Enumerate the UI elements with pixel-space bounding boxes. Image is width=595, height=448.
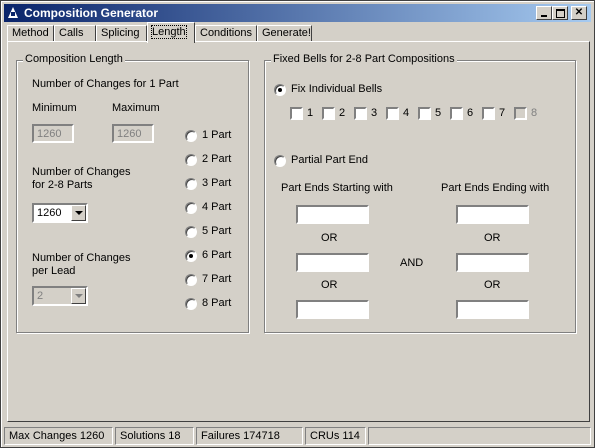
close-button[interactable]: ✕ — [571, 6, 587, 20]
chevron-down-icon[interactable] — [71, 205, 86, 221]
ending-with-input-1[interactable] — [456, 205, 529, 224]
fixed-bells-group: Fixed Bells for 2-8 Part Compositions Fi… — [264, 53, 576, 333]
part-ends-starting-label: Part Ends Starting with — [281, 182, 393, 194]
bell-5-checkbox[interactable] — [418, 107, 431, 120]
status-crus: CRUs 114 — [305, 427, 366, 445]
changes-2-8-label-line1: Number of Changes — [32, 166, 131, 178]
tab-length[interactable]: Length — [147, 22, 195, 43]
tab-generate-label: Generate! — [262, 27, 311, 39]
or-label-end-1: OR — [484, 232, 501, 244]
status-bar: Max Changes 1260 Solutions 18 Failures 1… — [4, 427, 591, 445]
chevron-down-icon — [71, 288, 86, 304]
composition-length-title: Composition Length — [23, 53, 125, 65]
changes-1-part-label: Number of Changes for 1 Part — [32, 78, 179, 90]
or-label-end-2: OR — [484, 279, 501, 291]
tab-calls-label: Calls — [59, 27, 84, 39]
window-title: Composition Generator — [24, 6, 159, 20]
tab-calls[interactable]: Calls — [54, 25, 96, 42]
changes-per-lead-value: 2 — [37, 290, 44, 302]
bell-3-checkbox[interactable] — [354, 107, 367, 120]
starting-with-input-3[interactable] — [296, 300, 369, 319]
and-label: AND — [400, 257, 424, 269]
ending-with-input-2[interactable] — [456, 253, 529, 272]
bell-5-label[interactable]: 5 — [435, 107, 441, 119]
status-solutions: Solutions 18 — [115, 427, 194, 445]
changes-2-8-dropdown[interactable]: 1260 — [32, 203, 88, 223]
changes-per-lead-label-line1: Number of Changes — [32, 252, 131, 264]
bell-6-checkbox[interactable] — [450, 107, 463, 120]
bell-2-checkbox[interactable] — [322, 107, 335, 120]
part-8-label[interactable]: 8 Part — [202, 297, 231, 309]
changes-per-lead-dropdown: 2 — [32, 286, 88, 306]
part-5-radio[interactable] — [185, 226, 197, 238]
bell-4-checkbox[interactable] — [386, 107, 399, 120]
part-2-radio[interactable] — [185, 154, 197, 166]
ending-with-input-3[interactable] — [456, 300, 529, 319]
maximize-icon — [556, 9, 565, 18]
close-icon: ✕ — [574, 7, 584, 18]
status-empty — [368, 427, 591, 445]
fix-individual-bells-radio[interactable] — [274, 84, 286, 96]
part-6-radio[interactable] — [185, 250, 197, 262]
maximum-changes-input — [112, 124, 154, 143]
composition-generator-window: Composition Generator ✕ Method Calls Spl… — [0, 0, 595, 448]
part-4-label[interactable]: 4 Part — [202, 201, 231, 213]
part-4-radio[interactable] — [185, 202, 197, 214]
bell-8-label: 8 — [531, 107, 538, 119]
bell-2-label[interactable]: 2 — [339, 107, 345, 119]
minimum-label: Minimum — [32, 102, 77, 114]
status-failures: Failures 174718 — [196, 427, 303, 445]
bell-6-label[interactable]: 6 — [467, 107, 473, 119]
tab-method-label: Method — [12, 27, 49, 39]
part-ends-ending-label: Part Ends Ending with — [441, 182, 550, 194]
or-label-start-1: OR — [321, 232, 338, 244]
part-8-radio[interactable] — [185, 298, 197, 310]
tab-conditions-label: Conditions — [200, 27, 252, 39]
minimize-icon — [541, 15, 547, 17]
title-bar[interactable]: Composition Generator ✕ — [4, 4, 591, 22]
tab-splicing-label: Splicing — [101, 27, 140, 39]
bell-7-label[interactable]: 7 — [499, 107, 505, 119]
composition-length-group: Composition Length Number of Changes for… — [16, 53, 249, 333]
minimize-button[interactable] — [536, 6, 552, 20]
part-3-radio[interactable] — [185, 178, 197, 190]
part-1-label[interactable]: 1 Part — [202, 129, 231, 141]
minimum-changes-input — [32, 124, 74, 143]
starting-with-input-1[interactable] — [296, 205, 369, 224]
bell-1-checkbox[interactable] — [290, 107, 303, 120]
tab-method[interactable]: Method — [7, 25, 54, 42]
partial-part-end-label[interactable]: Partial Part End — [291, 154, 368, 166]
tab-splicing[interactable]: Splicing — [96, 25, 147, 42]
part-1-radio[interactable] — [185, 130, 197, 142]
starting-with-input-2[interactable] — [296, 253, 369, 272]
part-6-label[interactable]: 6 Part — [202, 249, 231, 261]
fixed-bells-title: Fixed Bells for 2-8 Part Compositions — [271, 53, 457, 65]
part-7-label[interactable]: 7 Part — [202, 273, 231, 285]
bell-app-icon — [8, 7, 18, 18]
tab-length-label: Length — [151, 25, 187, 39]
changes-per-lead-label-line2: per Lead — [32, 265, 76, 277]
length-tab-panel: Composition Length Number of Changes for… — [7, 41, 590, 422]
tab-generate[interactable]: Generate! — [257, 25, 312, 42]
fix-individual-bells-label[interactable]: Fix Individual Bells — [291, 83, 382, 95]
bell-7-checkbox[interactable] — [482, 107, 495, 120]
part-7-radio[interactable] — [185, 274, 197, 286]
bell-3-label[interactable]: 3 — [371, 107, 377, 119]
part-3-label[interactable]: 3 Part — [202, 177, 231, 189]
partial-part-end-radio[interactable] — [274, 155, 286, 167]
part-5-label[interactable]: 5 Part — [202, 225, 231, 237]
changes-2-8-value: 1260 — [37, 207, 62, 219]
bell-1-label[interactable]: 1 — [307, 107, 313, 119]
part-2-label[interactable]: 2 Part — [202, 153, 231, 165]
maximize-button[interactable] — [552, 6, 568, 20]
status-max-changes: Max Changes 1260 — [4, 427, 113, 445]
maximum-label: Maximum — [112, 102, 160, 114]
bell-8-checkbox — [514, 107, 527, 120]
or-label-start-2: OR — [321, 279, 338, 291]
changes-2-8-label-line2: for 2-8 Parts — [32, 179, 93, 191]
tab-conditions[interactable]: Conditions — [195, 25, 257, 42]
bell-4-label[interactable]: 4 — [403, 107, 409, 119]
